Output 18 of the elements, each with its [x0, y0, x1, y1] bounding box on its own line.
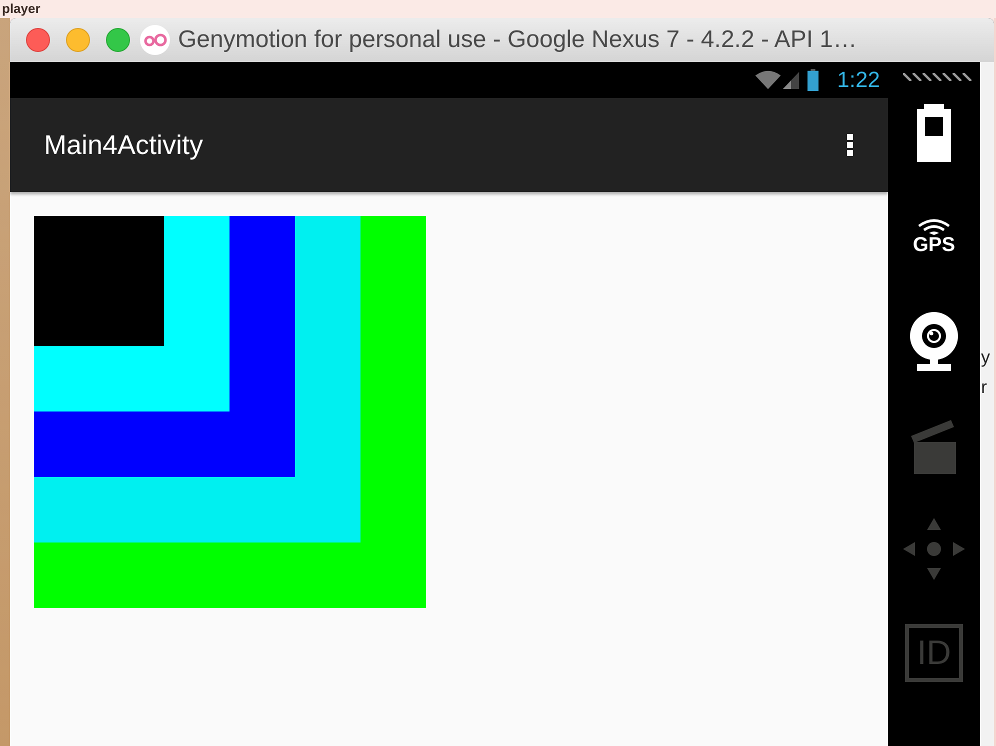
- app-logo-icon: [140, 25, 170, 55]
- overflow-menu-icon[interactable]: [846, 133, 854, 157]
- close-button[interactable]: [26, 28, 50, 52]
- background-window-title: player: [2, 0, 40, 17]
- clock-time: 1:22: [837, 67, 880, 93]
- minimize-button[interactable]: [66, 28, 90, 52]
- window-title: Genymotion for personal use - Google Nexus 7 - 4.2.2 - API 1…: [178, 26, 858, 54]
- battery-icon[interactable]: [917, 104, 951, 162]
- background-text: r: [981, 376, 988, 399]
- activity-title: Main4Activity: [44, 130, 204, 160]
- signal-waves-icon: [917, 219, 951, 235]
- gps-button[interactable]: GPS: [912, 219, 956, 255]
- webcam-icon[interactable]: [909, 311, 959, 371]
- background-text: y: [981, 346, 991, 369]
- signal-icon: [782, 70, 800, 90]
- battery-icon: [807, 69, 820, 91]
- zoom-button[interactable]: [106, 28, 130, 52]
- wifi-icon: [754, 70, 782, 90]
